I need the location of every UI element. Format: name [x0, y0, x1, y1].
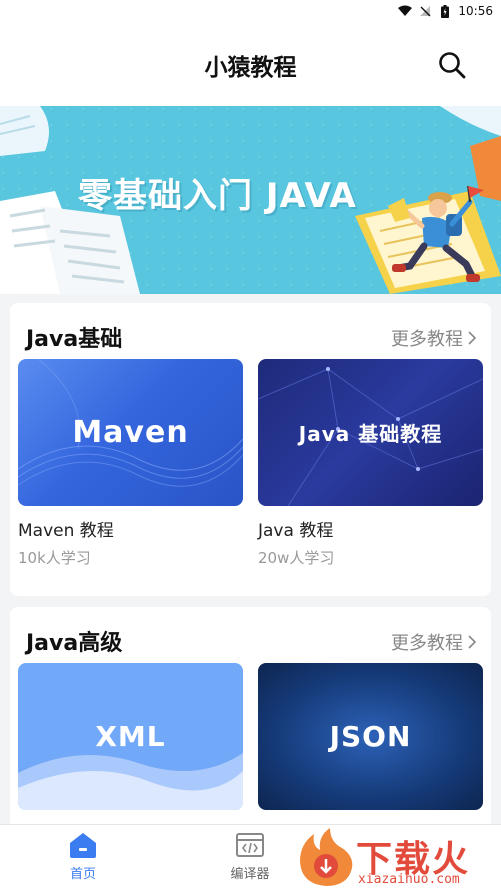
- status-time: 10:56: [458, 4, 493, 18]
- more-courses-link[interactable]: 更多教程: [391, 629, 477, 655]
- section-title: Java高级: [26, 631, 123, 656]
- course-thumbnail: Maven: [18, 359, 243, 506]
- course-card-java[interactable]: Java 基础教程 Java 教程 20w人学习: [258, 359, 483, 568]
- course-thumbnail: XML: [18, 663, 243, 810]
- tab-label: 编译器: [230, 867, 270, 882]
- code-icon: [236, 833, 264, 857]
- course-learners: 20w人学习: [258, 549, 335, 567]
- course-card-json[interactable]: JSON: [258, 663, 483, 810]
- tab-compiler[interactable]: 编译器: [205, 831, 295, 882]
- more-label: 更多教程: [391, 633, 463, 654]
- course-learners: 10k人学习: [18, 549, 91, 567]
- site-watermark: 下载火 xiazaihuo.com: [296, 826, 501, 892]
- page-title: 小猿教程: [204, 55, 297, 81]
- search-icon: [439, 52, 466, 79]
- course-card-xml[interactable]: XML: [18, 663, 243, 810]
- status-bar: 10:56: [0, 0, 501, 22]
- watermark-url: xiazaihuo.com: [358, 872, 460, 887]
- wifi-icon: [398, 5, 413, 17]
- promo-banner[interactable]: 零基础入门 JAVA: [0, 106, 501, 294]
- course-card-maven[interactable]: Maven Maven 教程 10k人学习: [18, 359, 243, 568]
- search-button[interactable]: [437, 50, 467, 80]
- thumbnail-text: Java 基础教程: [298, 422, 443, 446]
- tab-label: 首页: [69, 867, 96, 882]
- banner-headline: 零基础入门 JAVA: [78, 176, 357, 216]
- more-label: 更多教程: [391, 329, 463, 350]
- thumbnail-text: XML: [95, 720, 166, 753]
- tab-home[interactable]: 首页: [38, 831, 128, 882]
- course-thumbnail: Java 基础教程: [258, 359, 483, 506]
- thumbnail-text: Maven: [72, 415, 189, 450]
- section-java-basics: Java基础 更多教程 Maven Maven 教程 10k人学习 Java 基…: [10, 303, 491, 596]
- thumbnail-text: JSON: [329, 720, 412, 753]
- app-bar: 小猿教程: [0, 22, 501, 106]
- course-name: Maven 教程: [18, 521, 114, 541]
- flame-logo-icon: [300, 828, 353, 886]
- no-signal-icon: [418, 5, 432, 17]
- chevron-right-icon: [468, 635, 477, 649]
- battery-icon: [438, 4, 452, 18]
- course-name: Java 教程: [258, 521, 334, 541]
- course-thumbnail: JSON: [258, 663, 483, 810]
- home-icon: [70, 833, 96, 858]
- more-courses-link[interactable]: 更多教程: [391, 325, 477, 351]
- section-title: Java基础: [26, 327, 123, 352]
- chevron-right-icon: [468, 331, 477, 345]
